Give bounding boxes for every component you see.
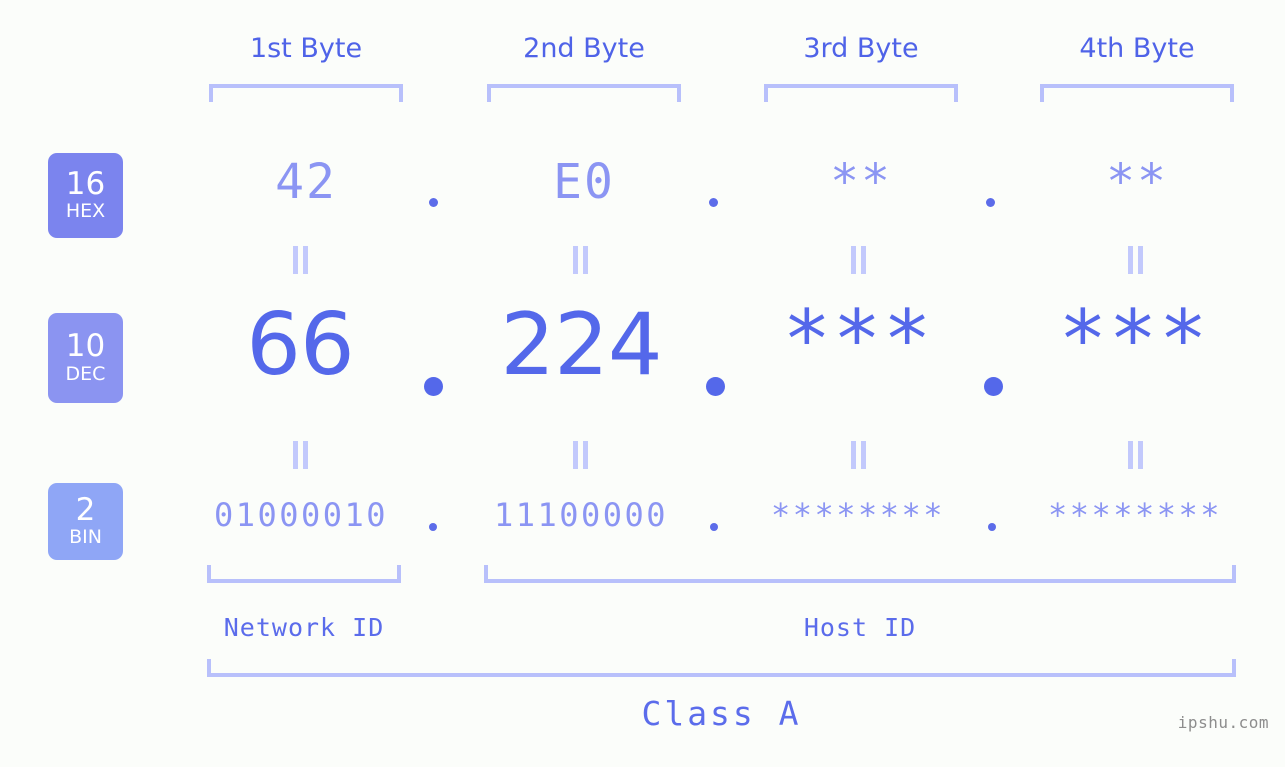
base-badge-hex: 16 HEX: [48, 153, 123, 238]
dec-value-byte-1: 66: [246, 295, 354, 395]
column-header-3rd-byte: 3rd Byte: [803, 33, 919, 64]
network-id-label: Network ID: [223, 613, 385, 642]
hex-value-byte-4: **: [1106, 154, 1168, 210]
dec-separator-dot-2: [706, 377, 725, 396]
equals-connector-2-byte-4: [1124, 441, 1146, 469]
column-header-2nd-byte: 2nd Byte: [523, 33, 645, 64]
bin-value-byte-2: 11100000: [493, 496, 669, 534]
column-bracket-2nd-byte: [487, 84, 681, 102]
bin-separator-dot-2: [710, 523, 718, 531]
column-bracket-1st-byte: [209, 84, 403, 102]
base-badge-bin-label: BIN: [69, 526, 102, 549]
equals-connector-1-byte-1: [289, 246, 311, 274]
ip-breakdown-diagram: 1st Byte 2nd Byte 3rd Byte 4th Byte 16 H…: [0, 0, 1285, 767]
equals-connector-1-byte-2: [569, 246, 591, 274]
dec-separator-dot-3: [984, 377, 1003, 396]
base-badge-bin-number: 2: [75, 491, 96, 528]
bin-separator-dot-1: [429, 523, 437, 531]
dec-value-byte-3: ***: [782, 293, 934, 386]
hex-value-byte-1: 42: [275, 154, 337, 210]
column-bracket-3rd-byte: [764, 84, 958, 102]
equals-connector-1-byte-3: [847, 246, 869, 274]
bin-value-byte-3: ********: [770, 496, 946, 534]
dec-value-byte-2: 224: [500, 295, 662, 395]
base-badge-hex-number: 16: [65, 165, 106, 202]
base-badge-dec-label: DEC: [65, 362, 106, 385]
equals-connector-2-byte-1: [289, 441, 311, 469]
dec-separator-dot-1: [424, 377, 443, 396]
hex-separator-dot-3: [986, 198, 995, 207]
base-badge-dec-number: 10: [65, 328, 106, 365]
class-bracket: [207, 659, 1236, 677]
hex-value-byte-3: **: [830, 154, 892, 210]
dec-value-byte-4: ***: [1058, 293, 1210, 386]
watermark: ipshu.com: [1177, 713, 1269, 732]
column-header-1st-byte: 1st Byte: [249, 33, 363, 64]
hex-separator-dot-1: [429, 198, 438, 207]
hex-value-byte-2: E0: [553, 154, 615, 210]
equals-connector-1-byte-4: [1124, 246, 1146, 274]
base-badge-dec: 10 DEC: [48, 313, 123, 403]
base-badge-bin: 2 BIN: [48, 483, 123, 560]
network-id-bracket: [207, 565, 401, 583]
base-badge-hex-label: HEX: [65, 200, 106, 223]
equals-connector-2-byte-3: [847, 441, 869, 469]
bin-separator-dot-3: [988, 523, 996, 531]
host-id-bracket: [484, 565, 1236, 583]
equals-connector-2-byte-2: [569, 441, 591, 469]
bin-value-byte-4: ********: [1047, 496, 1223, 534]
hex-separator-dot-2: [709, 198, 718, 207]
column-bracket-4th-byte: [1040, 84, 1234, 102]
class-label: Class A: [641, 694, 802, 733]
column-header-4th-byte: 4th Byte: [1079, 33, 1195, 64]
bin-value-byte-1: 01000010: [213, 496, 389, 534]
host-id-label: Host ID: [803, 613, 917, 642]
